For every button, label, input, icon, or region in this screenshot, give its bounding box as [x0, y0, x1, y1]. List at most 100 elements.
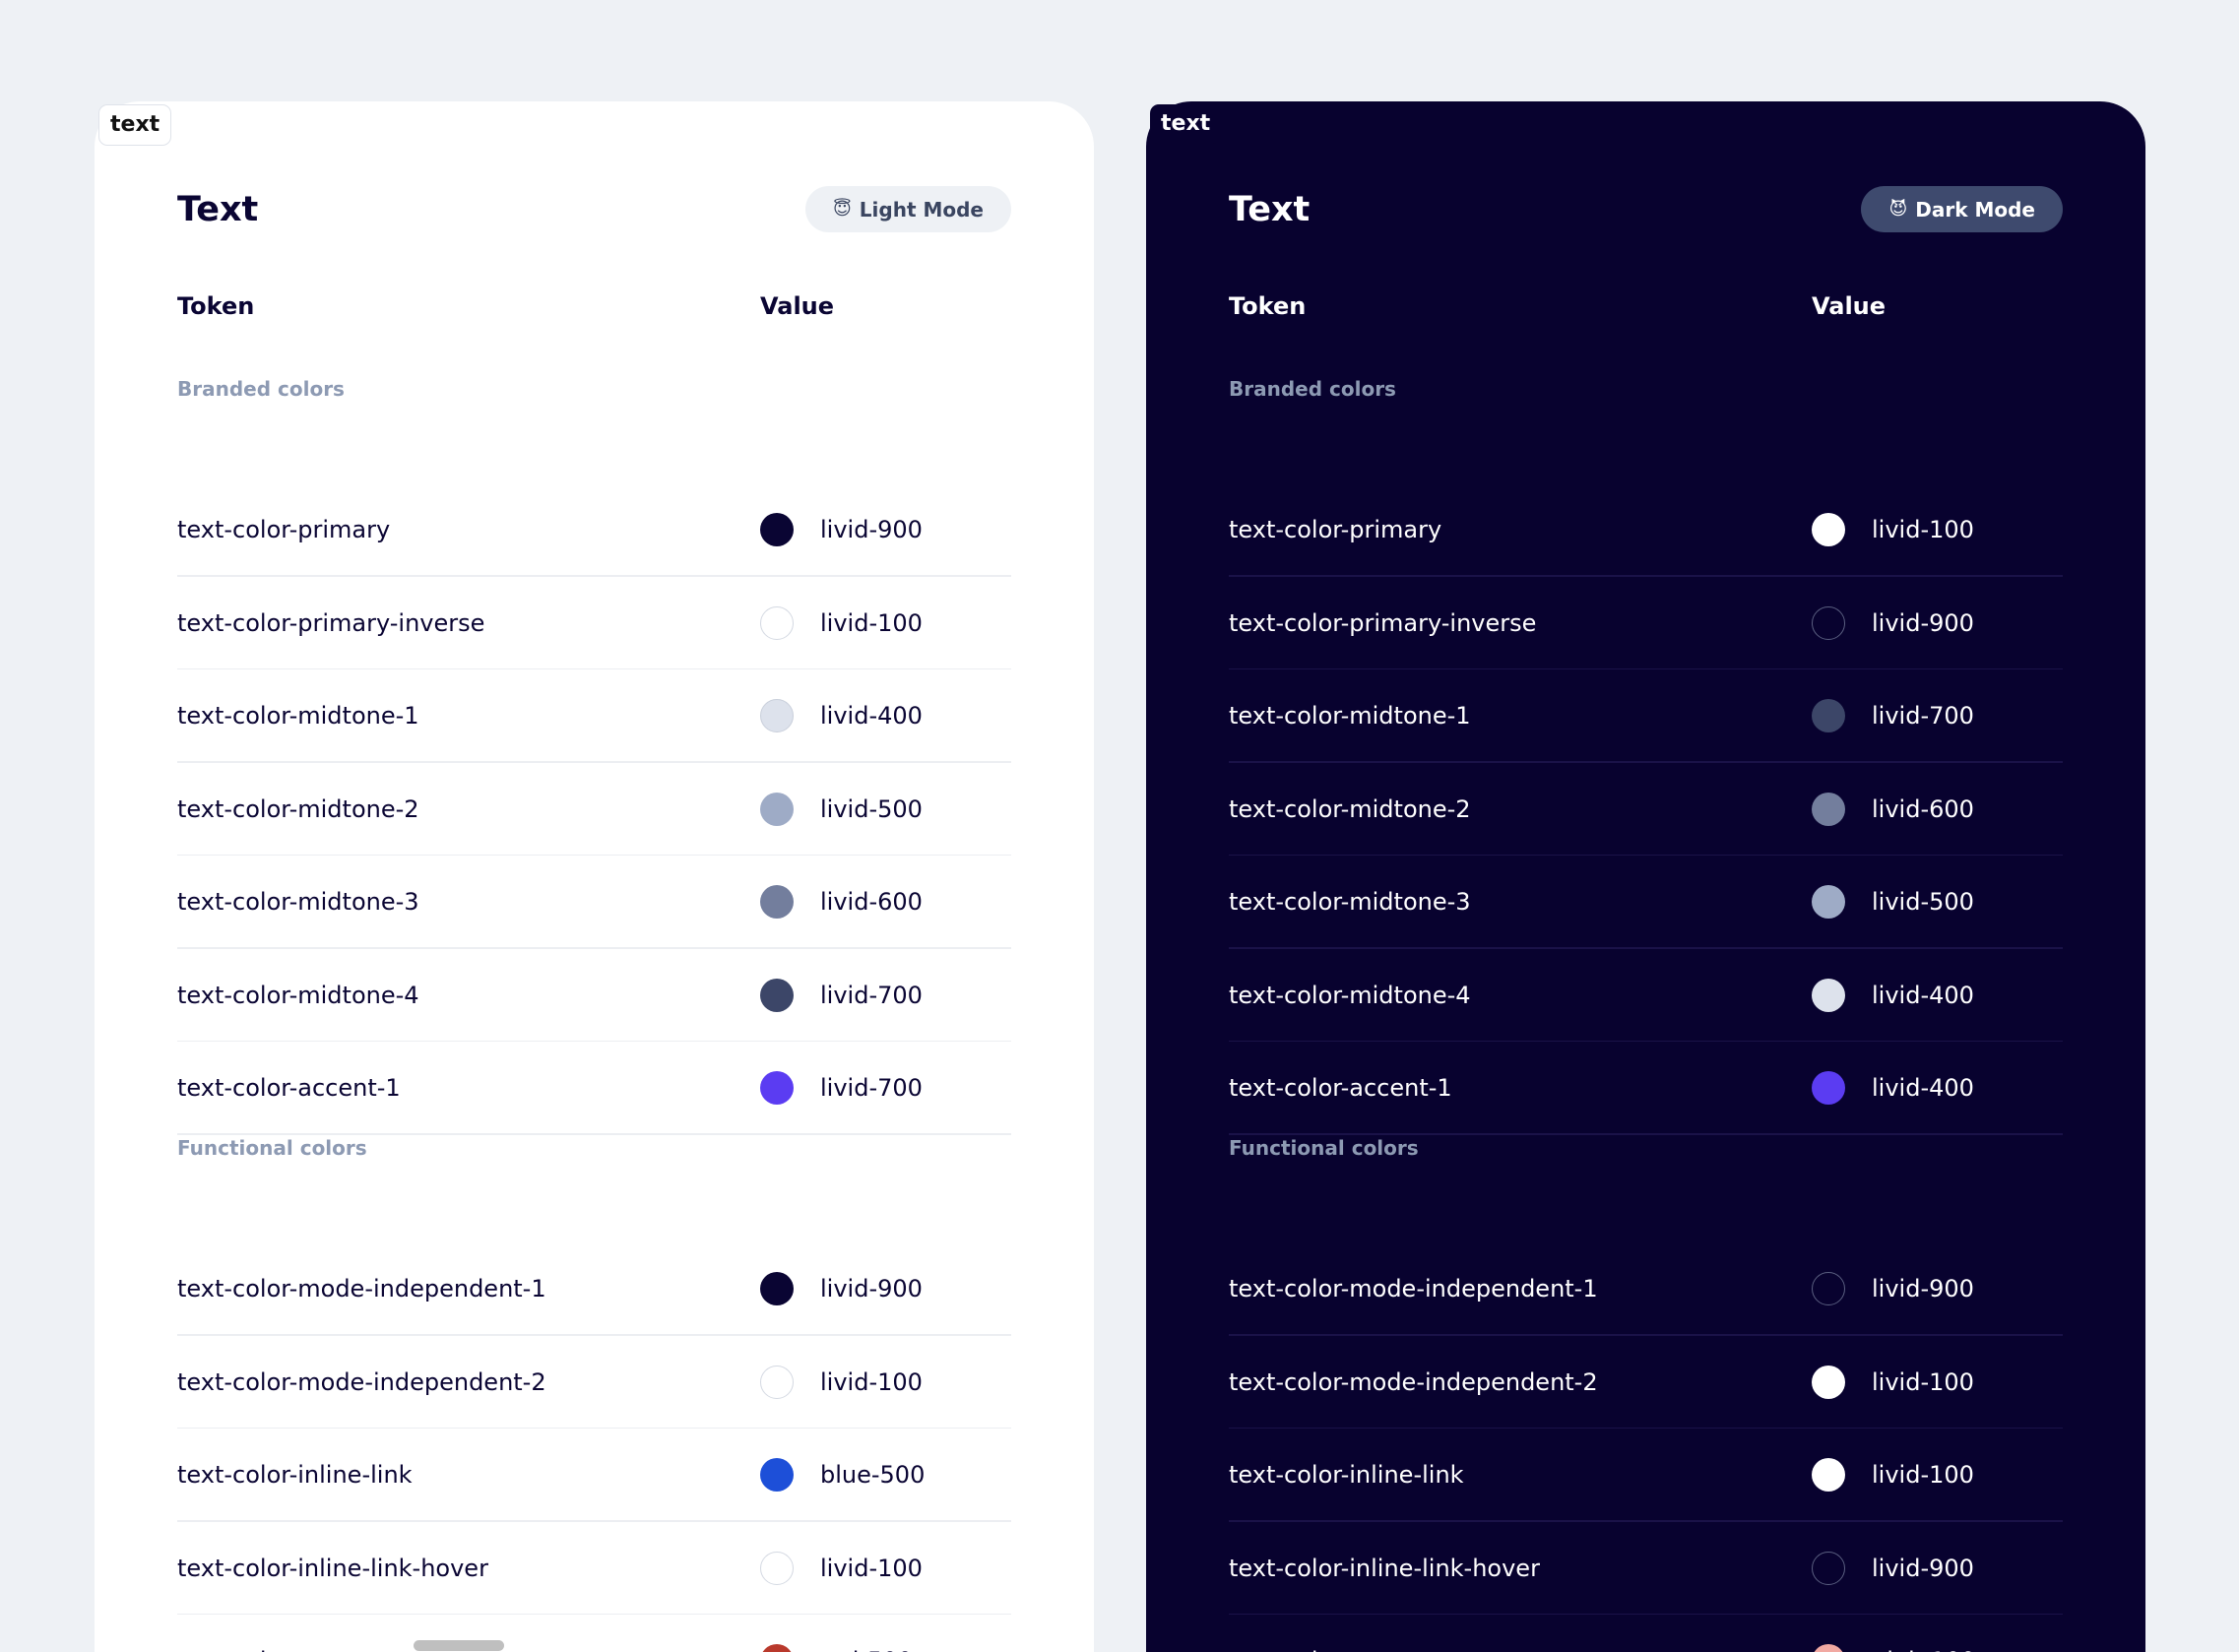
- token-value: livid-700: [1872, 702, 1974, 730]
- token-name: text-color-midtone-3: [177, 888, 419, 916]
- color-swatch-icon: [1812, 699, 1845, 732]
- color-swatch-icon: [1812, 885, 1845, 919]
- token-value: livid-900: [1872, 1275, 1974, 1303]
- frame-label[interactable]: text: [1150, 104, 1222, 145]
- token-name: text-color-error: [177, 1615, 354, 1652]
- table-row: text-color-midtone-3 livid-500: [1229, 856, 2063, 949]
- token-name: text-color-inline-link: [177, 1461, 413, 1489]
- column-header-value: Value: [1812, 292, 1887, 320]
- color-swatch-icon: [1812, 513, 1845, 546]
- color-swatch-icon: [760, 1458, 794, 1492]
- color-swatch-icon: [760, 885, 794, 919]
- color-swatch-icon: [1812, 1458, 1845, 1492]
- table-row: text-color-error pink-100: [1229, 1615, 2063, 1652]
- token-value: livid-100: [820, 1554, 923, 1582]
- token-name: text-color-mode-independent-2: [177, 1367, 546, 1396]
- color-swatch-icon: [1812, 978, 1845, 1012]
- token-value: livid-700: [820, 1074, 923, 1102]
- token-name: text-color-primary: [177, 516, 391, 543]
- table-row: text-color-accent-1 livid-400: [1229, 1042, 2063, 1135]
- panel-header: Text 😈 Dark Mode: [1229, 185, 2063, 234]
- token-value: pink-100: [1872, 1615, 1975, 1652]
- color-swatch-icon: [1812, 1365, 1845, 1399]
- color-swatch-icon: [1812, 605, 1845, 640]
- color-swatch-icon: [1812, 1644, 1845, 1652]
- color-swatch-icon: [760, 792, 794, 826]
- token-value: livid-900: [1872, 1554, 1974, 1582]
- token-list-branded: text-color-primary livid-100 text-color-pr…: [1229, 483, 2063, 1135]
- table-row: text-color-primary-inverse livid-900: [1229, 577, 2063, 670]
- token-name: text-color-error: [1229, 1615, 1406, 1652]
- column-header-value: Value: [760, 292, 835, 320]
- token-list-functional: text-color-mode-independent-1 livid-900 te…: [1229, 1242, 2063, 1652]
- token-value: livid-900: [1872, 608, 1974, 637]
- color-swatch-icon: [760, 1071, 794, 1105]
- color-swatch-icon: [760, 699, 794, 732]
- table-row: text-color-midtone-1 livid-700: [1229, 669, 2063, 763]
- table-row: text-color-inline-link livid-100: [1229, 1429, 2063, 1522]
- table-row: text-color-midtone-2 livid-600: [1229, 763, 2063, 857]
- color-swatch-icon: [1812, 1272, 1845, 1305]
- token-value: livid-700: [820, 981, 923, 1009]
- light-mode-toggle[interactable]: 😇 Light Mode: [805, 186, 1011, 232]
- panel-title: Text: [177, 190, 259, 229]
- mode-label: Light Mode: [859, 197, 984, 222]
- table-row: text-color-inline-link-hover livid-100: [177, 1522, 1011, 1616]
- token-value: livid-900: [820, 516, 923, 543]
- token-value: livid-100: [1872, 1367, 1974, 1396]
- token-value: livid-100: [820, 1367, 923, 1396]
- section-heading-branded: Branded colors: [177, 377, 345, 401]
- token-name: text-color-midtone-2: [177, 794, 419, 823]
- token-value: livid-900: [820, 1275, 923, 1303]
- token-name: text-color-midtone-2: [1229, 794, 1471, 823]
- table-row: text-color-error red-500: [177, 1615, 1011, 1652]
- panel-header: Text 😇 Light Mode: [177, 185, 1011, 234]
- frame-label[interactable]: text: [98, 104, 172, 147]
- table-row: text-color-midtone-1 livid-400: [177, 669, 1011, 763]
- table-row: text-color-mode-independent-2 livid-100: [177, 1336, 1011, 1430]
- token-value: red-500: [820, 1615, 913, 1652]
- dark-mode-panel: text Text 😈 Dark Mode Token Value Brande…: [1146, 101, 2145, 1652]
- section-heading-functional: Functional colors: [1229, 1136, 1419, 1160]
- table-row: text-color-accent-1 livid-700: [177, 1042, 1011, 1135]
- table-row: text-color-primary livid-100: [1229, 483, 2063, 577]
- table-header: Token Value: [1229, 286, 2063, 326]
- token-name: text-color-primary-inverse: [1229, 608, 1537, 637]
- token-name: text-color-midtone-1: [1229, 702, 1471, 730]
- token-name: text-color-inline-link: [1229, 1461, 1464, 1489]
- token-value: livid-600: [1872, 794, 1974, 823]
- table-row: text-color-inline-link blue-500: [177, 1429, 1011, 1522]
- token-value: livid-400: [1872, 981, 1974, 1009]
- token-name: text-color-inline-link-hover: [1229, 1554, 1540, 1582]
- color-swatch-icon: [1812, 792, 1845, 826]
- color-swatch-icon: [760, 605, 794, 640]
- table-row: text-color-mode-independent-1 livid-900: [1229, 1242, 2063, 1336]
- token-name: text-color-primary: [1229, 516, 1442, 543]
- token-name: text-color-midtone-4: [1229, 981, 1471, 1009]
- table-row: text-color-primary livid-900: [177, 483, 1011, 577]
- panel-title: Text: [1229, 190, 1311, 229]
- section-heading-functional: Functional colors: [177, 1136, 367, 1160]
- color-swatch-icon: [1812, 1551, 1845, 1585]
- table-row: text-color-midtone-4 livid-400: [1229, 949, 2063, 1043]
- token-value: livid-600: [820, 888, 923, 916]
- column-header-token: Token: [177, 292, 255, 320]
- horizontal-scrollbar-thumb[interactable]: [414, 1640, 504, 1651]
- table-row: text-color-primary-inverse livid-100: [177, 577, 1011, 670]
- token-list-functional: text-color-mode-independent-1 livid-900 te…: [177, 1242, 1011, 1652]
- color-swatch-icon: [760, 1644, 794, 1652]
- color-swatch-icon: [760, 1272, 794, 1305]
- token-name: text-color-midtone-1: [177, 702, 419, 730]
- color-swatch-icon: [1812, 1071, 1845, 1105]
- table-row: text-color-midtone-4 livid-700: [177, 949, 1011, 1043]
- token-value: livid-500: [820, 794, 923, 823]
- token-name: text-color-inline-link-hover: [177, 1554, 488, 1582]
- token-name: text-color-mode-independent-1: [1229, 1275, 1598, 1303]
- token-name: text-color-mode-independent-2: [1229, 1367, 1598, 1396]
- table-header: Token Value: [177, 286, 1011, 326]
- devil-face-icon: 😈: [1888, 198, 1908, 220]
- dark-mode-toggle[interactable]: 😈 Dark Mode: [1861, 186, 2063, 232]
- color-swatch-icon: [760, 513, 794, 546]
- section-heading-branded: Branded colors: [1229, 377, 1396, 401]
- token-value: livid-500: [1872, 888, 1974, 916]
